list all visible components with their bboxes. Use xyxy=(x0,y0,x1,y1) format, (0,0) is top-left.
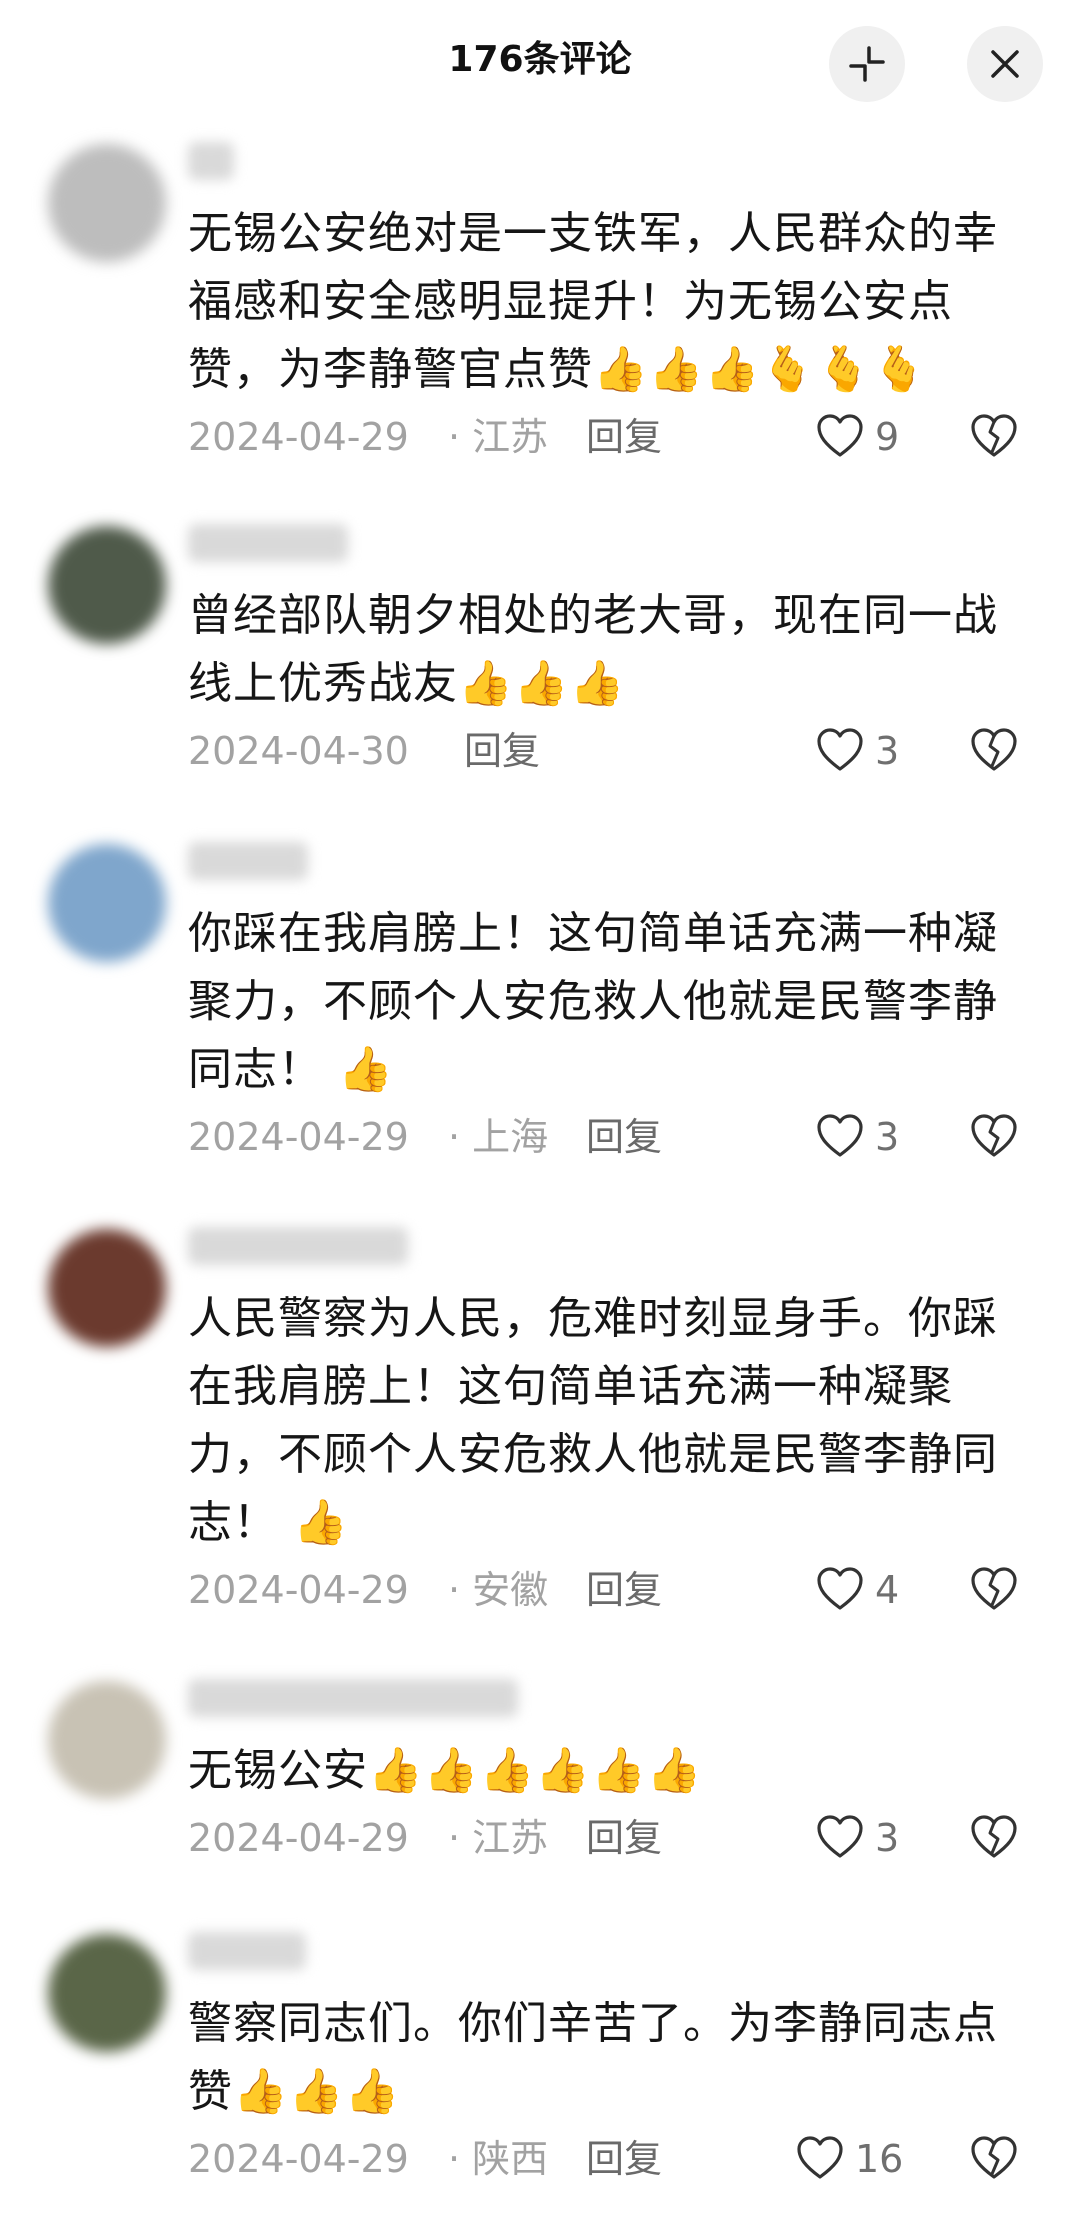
comment-item: 人民警察为人民，危难时刻显身手。你踩在我肩膀上！这句简单话充满一种凝聚力，不顾个… xyxy=(0,1215,1080,1667)
like-count: 16 xyxy=(855,2137,904,2181)
comment-location: · 上海 xyxy=(448,1115,549,1159)
comment-date: 2024-04-29 xyxy=(188,1568,409,1612)
username[interactable] xyxy=(188,1932,306,1970)
comment-text: 警察同志们。你们辛苦了。为李静同志点赞👍👍👍 xyxy=(188,1998,998,2117)
reply-button[interactable]: 回复 xyxy=(586,1813,662,1863)
avatar[interactable] xyxy=(48,1681,166,1799)
like-icon[interactable] xyxy=(816,1567,864,1611)
comment-text: 你踩在我肩膀上！这句简单话充满一种凝聚力，不顾个人安危救人他就是民警李静同志！ … xyxy=(188,908,998,1095)
collapse-icon xyxy=(847,44,887,84)
dislike-icon[interactable] xyxy=(970,414,1018,458)
like-count: 4 xyxy=(875,1568,900,1612)
like-count: 3 xyxy=(875,1816,900,1860)
reply-button[interactable]: 回复 xyxy=(586,1112,662,1162)
comment-meta: 2024-04-30 回复 3 xyxy=(188,718,1048,788)
like-icon[interactable] xyxy=(796,2136,844,2180)
avatar[interactable] xyxy=(48,1229,166,1347)
reply-button[interactable]: 回复 xyxy=(586,2134,662,2184)
like-count: 3 xyxy=(875,1115,900,1159)
avatar[interactable] xyxy=(48,144,166,262)
comment-location: · 陕西 xyxy=(448,2137,549,2181)
comment-location: · 江苏 xyxy=(448,415,549,459)
comment-meta: 2024-04-29 · 江苏 回复 9 xyxy=(188,404,1048,474)
like-icon[interactable] xyxy=(816,728,864,772)
username[interactable] xyxy=(188,524,348,562)
comment-meta: 2024-04-29 · 江苏 回复 3 xyxy=(188,1805,1048,1875)
like-icon[interactable] xyxy=(816,414,864,458)
reply-button[interactable]: 回复 xyxy=(586,1565,662,1615)
like-icon[interactable] xyxy=(816,1114,864,1158)
comment-location: · 安徽 xyxy=(448,1568,549,1612)
comment-item: 你踩在我肩膀上！这句简单话充满一种凝聚力，不顾个人安危救人他就是民警李静同志！ … xyxy=(0,830,1080,1215)
comment-text: 人民警察为人民，危难时刻显身手。你踩在我肩膀上！这句简单话充满一种凝聚力，不顾个… xyxy=(188,1293,998,1548)
comment-item: 警察同志们。你们辛苦了。为李静同志点赞👍👍👍 2024-04-29 · 陕西 回… xyxy=(0,1920,1080,2240)
comment-list: 无锡公安绝对是一支铁军，人民群众的幸福感和安全感明显提升！为无锡公安点赞，为李静… xyxy=(0,130,1080,2240)
like-icon[interactable] xyxy=(816,1815,864,1859)
comment-date: 2024-04-29 xyxy=(188,2137,409,2181)
dislike-icon[interactable] xyxy=(970,1815,1018,1859)
collapse-button[interactable] xyxy=(829,26,905,102)
comment-date: 2024-04-30 xyxy=(188,729,409,773)
comment-item: 无锡公安👍👍👍👍👍👍 2024-04-29 · 江苏 回复 3 xyxy=(0,1667,1080,1920)
close-button[interactable] xyxy=(967,26,1043,102)
username[interactable] xyxy=(188,1679,518,1717)
dislike-icon[interactable] xyxy=(970,2136,1018,2180)
username[interactable] xyxy=(188,842,308,880)
avatar[interactable] xyxy=(48,526,166,644)
close-icon xyxy=(988,47,1022,81)
comment-text: 无锡公安绝对是一支铁军，人民群众的幸福感和安全感明显提升！为无锡公安点赞，为李静… xyxy=(188,208,998,395)
reply-button[interactable]: 回复 xyxy=(586,412,662,462)
dislike-icon[interactable] xyxy=(970,1567,1018,1611)
comment-meta: 2024-04-29 · 安徽 回复 4 xyxy=(188,1557,1048,1627)
username[interactable] xyxy=(188,142,234,180)
comment-item: 无锡公安绝对是一支铁军，人民群众的幸福感和安全感明显提升！为无锡公安点赞，为李静… xyxy=(0,130,1080,512)
like-count: 9 xyxy=(875,415,900,459)
avatar[interactable] xyxy=(48,1934,166,2052)
comment-date: 2024-04-29 xyxy=(188,1816,409,1860)
like-count: 3 xyxy=(875,729,900,773)
dislike-icon[interactable] xyxy=(970,1114,1018,1158)
reply-button[interactable]: 回复 xyxy=(464,726,540,776)
comment-count-title: 176条评论 xyxy=(448,39,632,80)
comment-meta: 2024-04-29 · 上海 回复 3 xyxy=(188,1104,1048,1174)
comments-header: 176条评论 xyxy=(0,0,1080,130)
comment-item: 曾经部队朝夕相处的老大哥，现在同一战线上优秀战友👍👍👍 2024-04-30 回… xyxy=(0,512,1080,830)
avatar[interactable] xyxy=(48,844,166,962)
comment-location: · 江苏 xyxy=(448,1816,549,1860)
comment-date: 2024-04-29 xyxy=(188,1115,409,1159)
username[interactable] xyxy=(188,1227,408,1265)
dislike-icon[interactable] xyxy=(970,728,1018,772)
comment-date: 2024-04-29 xyxy=(188,415,409,459)
comment-meta: 2024-04-29 · 陕西 回复 16 xyxy=(188,2126,1048,2196)
